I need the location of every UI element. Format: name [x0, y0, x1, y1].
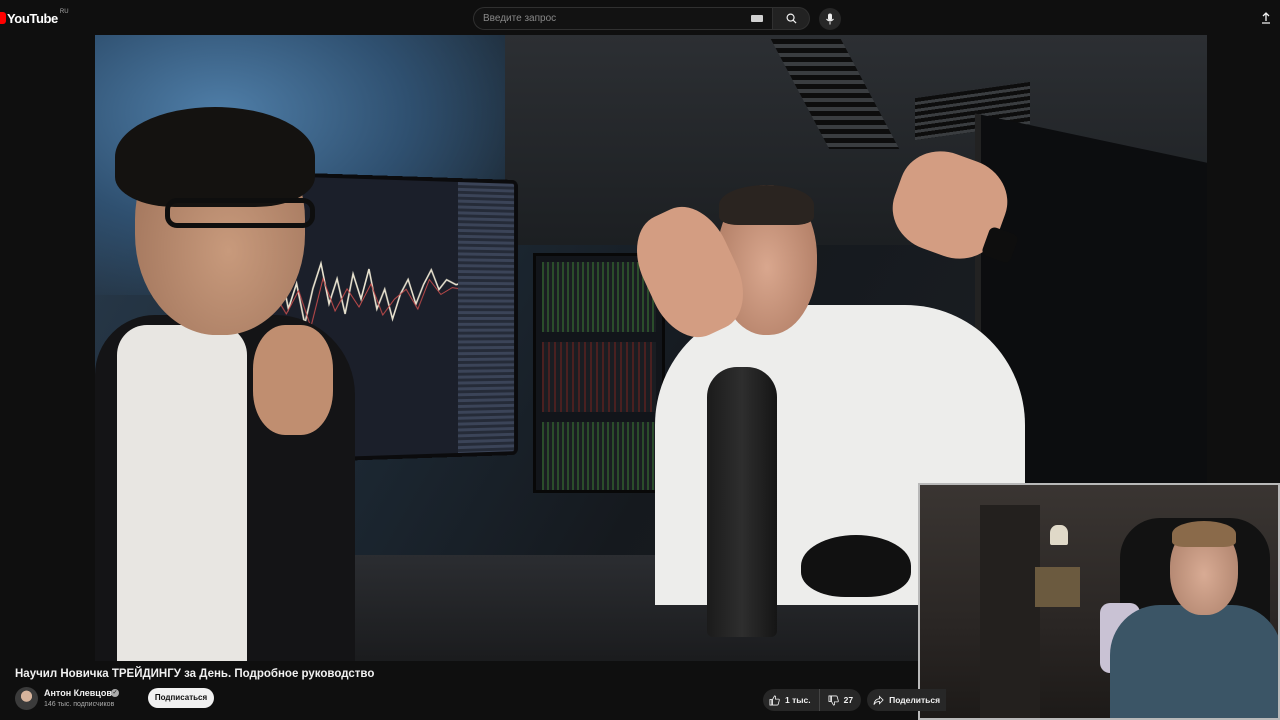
order-book-graphic — [457, 182, 515, 453]
screen-panel — [542, 422, 656, 490]
secondary-monitor — [533, 253, 665, 493]
host-hair — [719, 185, 814, 225]
logo-region: RU — [59, 9, 69, 15]
search-input[interactable] — [483, 8, 743, 29]
microphone-icon — [826, 13, 834, 25]
share-label: Поделиться — [889, 695, 941, 705]
subscribe-button[interactable]: Подписаться — [148, 688, 214, 708]
search-button[interactable] — [772, 7, 810, 30]
video-actions: 1 тыс. 27 Поделиться — [763, 689, 947, 711]
youtube-logo[interactable]: YouTube RU — [0, 9, 69, 26]
streamer-shirt — [1110, 605, 1278, 718]
subscriber-count: 146 тыс. подписчиков — [44, 701, 115, 708]
search-bar — [473, 7, 810, 30]
studio-microphone — [707, 367, 777, 637]
streamer-webcam — [918, 483, 1280, 720]
dislike-button[interactable]: 27 — [820, 689, 861, 711]
guest-hair — [115, 107, 315, 207]
share-icon — [873, 694, 884, 705]
thumbs-down-icon — [828, 695, 839, 705]
dislike-count: 27 — [843, 695, 854, 705]
logo-text: YouTube — [7, 10, 58, 26]
verified-icon: ✓ — [111, 689, 119, 697]
computer-mouse — [801, 535, 911, 597]
screen-panel — [542, 262, 656, 332]
webcam-lamp — [1050, 525, 1068, 545]
channel-avatar[interactable] — [15, 687, 38, 710]
share-button[interactable]: Поделиться — [867, 689, 947, 711]
guest-glasses — [165, 198, 315, 228]
keyboard-icon[interactable] — [751, 15, 763, 22]
channel-name[interactable]: Антон Клевцов — [44, 688, 112, 698]
webcam-door — [980, 505, 1040, 718]
search-box[interactable] — [473, 7, 772, 30]
voice-search-button[interactable] — [819, 8, 841, 30]
youtube-play-icon — [0, 12, 6, 24]
like-dislike-group: 1 тыс. 27 — [763, 689, 862, 711]
thumbs-up-icon — [769, 695, 780, 705]
like-button[interactable]: 1 тыс. — [763, 689, 820, 711]
masthead: YouTube RU — [0, 0, 1280, 36]
guest-shirt — [117, 325, 247, 661]
streamer-hair — [1172, 521, 1236, 547]
upload-icon[interactable] — [1260, 12, 1272, 24]
video-title: Научил Новичка ТРЕЙДИНГУ за День. Подроб… — [15, 668, 375, 680]
webcam-table — [1035, 567, 1080, 607]
channel-info: Антон Клевцов ✓ 146 тыс. подписчиков Под… — [15, 687, 275, 711]
search-icon — [786, 13, 797, 24]
guest-hand — [253, 325, 333, 435]
like-count: 1 тыс. — [785, 695, 811, 705]
screen-panel — [542, 342, 656, 412]
